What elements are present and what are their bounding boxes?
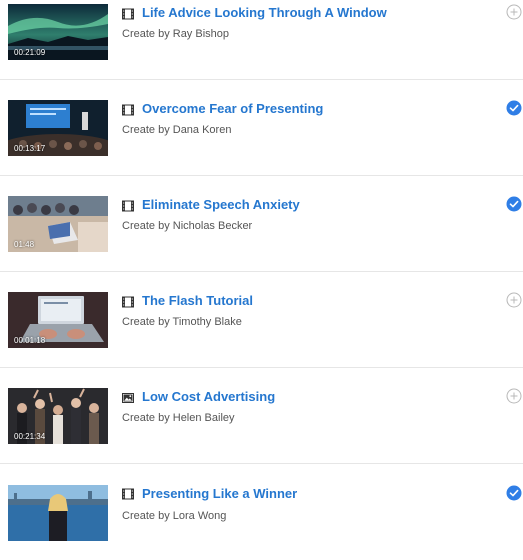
list-item: 00:13:17 Overcome Fear of Presenting Cre…	[0, 80, 523, 176]
course-author: Create by Nicholas Becker	[122, 220, 253, 232]
video-thumbnail[interactable]: 00:21:34	[8, 388, 108, 444]
video-duration: 00:21:09	[14, 48, 46, 57]
add-circle-icon[interactable]	[506, 4, 522, 20]
waterfront-portrait-image	[8, 485, 108, 541]
list-item: 00:21:09 Life Advice Looking Through A W…	[0, 0, 523, 80]
video-duration: 01:48	[14, 240, 35, 249]
course-title-link[interactable]: Low Cost Advertising	[142, 389, 275, 404]
image-icon	[122, 392, 134, 404]
course-author: Create by Ray Bishop	[122, 28, 229, 40]
course-author: Create by Timothy Blake	[122, 316, 242, 328]
list-item: 01:48 Eliminate Speech Anxiety Create by…	[0, 176, 523, 272]
video-thumbnail[interactable]: 00:21:09	[8, 4, 108, 60]
list-item: Presenting Like a Winner Create by Lora …	[0, 464, 523, 560]
video-thumbnail[interactable]	[8, 485, 108, 541]
video-duration: 00:21:34	[14, 432, 46, 441]
course-title-link[interactable]: The Flash Tutorial	[142, 293, 253, 308]
course-list: 00:21:09 Life Advice Looking Through A W…	[0, 0, 523, 541]
course-author: Create by Helen Bailey	[122, 412, 235, 424]
video-duration: 00:13:17	[14, 144, 46, 153]
course-title-link[interactable]: Eliminate Speech Anxiety	[142, 197, 300, 212]
course-title-link[interactable]: Presenting Like a Winner	[142, 486, 297, 501]
list-item: 00:01:18 The Flash Tutorial Create by Ti…	[0, 272, 523, 368]
film-icon	[122, 296, 134, 308]
check-circle-icon[interactable]	[506, 100, 522, 116]
film-icon	[122, 8, 134, 20]
add-circle-icon[interactable]	[506, 388, 522, 404]
course-title-link[interactable]: Life Advice Looking Through A Window	[142, 5, 387, 20]
video-thumbnail[interactable]: 00:13:17	[8, 100, 108, 156]
check-circle-icon[interactable]	[506, 485, 522, 501]
film-icon	[122, 200, 134, 212]
video-thumbnail[interactable]: 01:48	[8, 196, 108, 252]
film-icon	[122, 104, 134, 116]
film-icon	[122, 488, 134, 500]
check-circle-icon[interactable]	[506, 196, 522, 212]
video-duration: 00:01:18	[14, 336, 46, 345]
course-author: Create by Lora Wong	[122, 510, 227, 522]
video-thumbnail[interactable]: 00:01:18	[8, 292, 108, 348]
course-author: Create by Dana Koren	[122, 124, 232, 136]
add-circle-icon[interactable]	[506, 292, 522, 308]
course-title-link[interactable]: Overcome Fear of Presenting	[142, 101, 323, 116]
list-item: 00:21:34 Low Cost Advertising Create by …	[0, 368, 523, 464]
